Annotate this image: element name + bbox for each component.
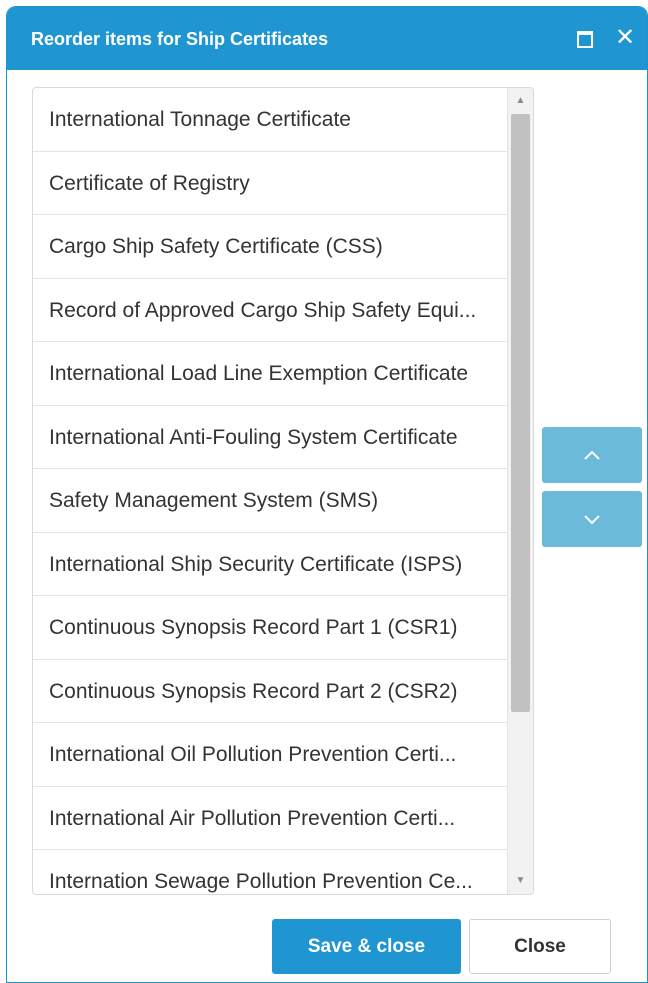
list-item[interactable]: International Anti-Fouling System Certif… [33, 406, 507, 469]
list-item[interactable]: Continuous Synopsis Record Part 1 (CSR1) [33, 596, 507, 660]
certificate-listbox[interactable]: International Tonnage Certificate Certifi… [32, 87, 534, 895]
maximize-button[interactable] [575, 29, 595, 48]
list-item[interactable]: International Oil Pollution Prevention C… [33, 723, 507, 787]
move-up-button[interactable] [542, 427, 642, 483]
list-scrollbar[interactable]: ▲ ▼ [507, 88, 533, 894]
list-item[interactable]: International Tonnage Certificate [33, 88, 507, 152]
scroll-down-arrow-icon[interactable]: ▼ [508, 870, 533, 892]
list-item[interactable]: Record of Approved Cargo Ship Safety Equ… [33, 279, 507, 342]
close-icon: ✕ [614, 24, 636, 51]
list-item[interactable]: Internation Sewage Pollution Prevention … [33, 850, 507, 894]
list-item[interactable]: International Load Line Exemption Certif… [33, 342, 507, 406]
list-item[interactable]: Certificate of Registry [33, 152, 507, 215]
list-item[interactable]: International Air Pollution Prevention C… [33, 787, 507, 850]
scrollbar-thumb[interactable] [511, 114, 530, 712]
chevron-up-icon [584, 450, 600, 460]
certificate-list: International Tonnage Certificate Certifi… [33, 88, 507, 894]
scroll-up-arrow-icon[interactable]: ▲ [508, 90, 533, 112]
dialog-titlebar: Reorder items for Ship Certificates ✕ [7, 7, 647, 70]
maximize-icon [577, 31, 593, 48]
save-and-close-button[interactable]: Save & close [272, 919, 461, 974]
list-item[interactable]: Continuous Synopsis Record Part 2 (CSR2) [33, 660, 507, 723]
close-dialog-button[interactable]: ✕ [612, 24, 638, 52]
list-item[interactable]: Safety Management System (SMS) [33, 469, 507, 533]
dialog-title: Reorder items for Ship Certificates [31, 29, 329, 49]
move-down-button[interactable] [542, 491, 642, 547]
list-item[interactable]: International Ship Security Certificate … [33, 533, 507, 596]
close-button[interactable]: Close [469, 919, 611, 974]
chevron-down-icon [584, 515, 600, 525]
list-item[interactable]: Cargo Ship Safety Certificate (CSS) [33, 215, 507, 279]
reorder-dialog: Reorder items for Ship Certificates ✕ In… [6, 6, 648, 983]
